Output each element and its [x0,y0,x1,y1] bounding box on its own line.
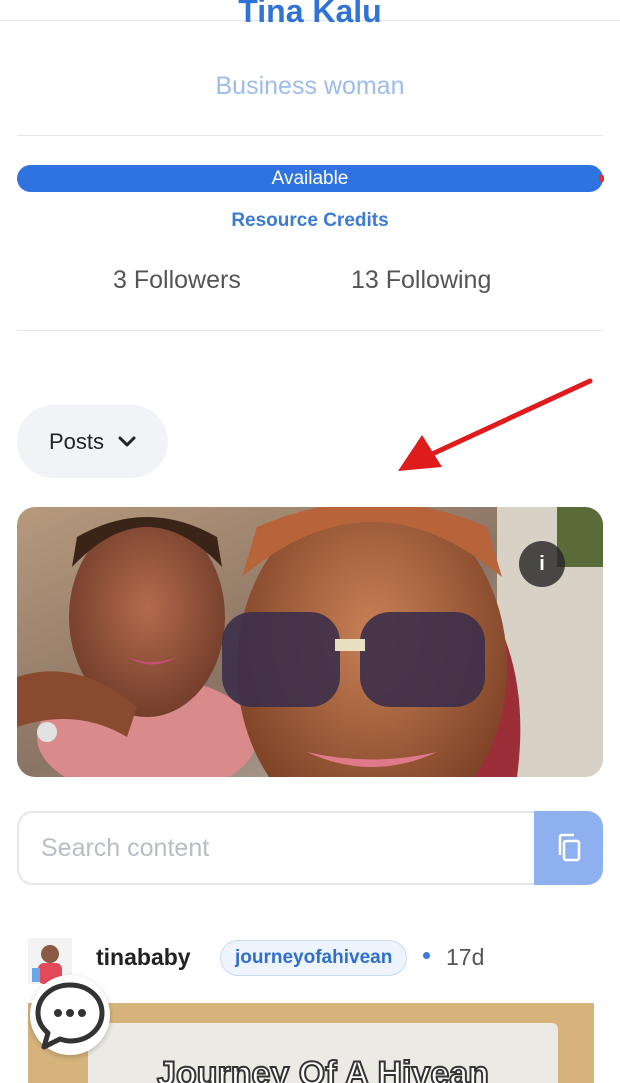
resource-credits-link[interactable]: Resource Credits [0,210,620,232]
chat-button[interactable] [30,975,110,1055]
chat-bubble-icon [35,982,105,1050]
post-thumbnail-art: Journey Of A Hivean [28,1003,594,1083]
post-username[interactable]: tinababy [96,944,191,971]
separator-dot [423,952,430,959]
community-tag[interactable]: journeyofahivean [220,940,408,976]
profile-name: Tina Kalu [238,0,382,29]
post-thumbnail-text: Journey Of A Hivean [157,1055,489,1083]
content-filter-dropdown[interactable]: Posts [17,405,168,478]
availability-bar: Available [17,165,604,192]
followers-count[interactable]: 3 Followers [113,266,241,295]
selfie-photo [17,507,603,777]
copy-button[interactable] [534,811,603,885]
info-icon[interactable]: i [519,541,565,587]
profile-bio: Business woman [215,72,405,100]
availability-end-marker [599,175,604,182]
search-input[interactable] [17,811,553,885]
search-bar [17,811,603,887]
red-arrow-annotation [398,378,593,471]
divider [17,135,603,136]
cover-photo[interactable] [17,507,603,777]
availability-label: Available [271,168,349,189]
divider [17,330,603,331]
post-thumbnail[interactable]: Journey Of A Hivean [28,1003,594,1083]
chevron-down-icon [118,436,136,446]
profile-name-container: Tina Kalu [0,0,620,34]
post-age: 17d [446,944,485,970]
content-filter-label: Posts [48,428,105,454]
copy-icon [558,833,580,862]
following-count[interactable]: 13 Following [351,266,491,295]
